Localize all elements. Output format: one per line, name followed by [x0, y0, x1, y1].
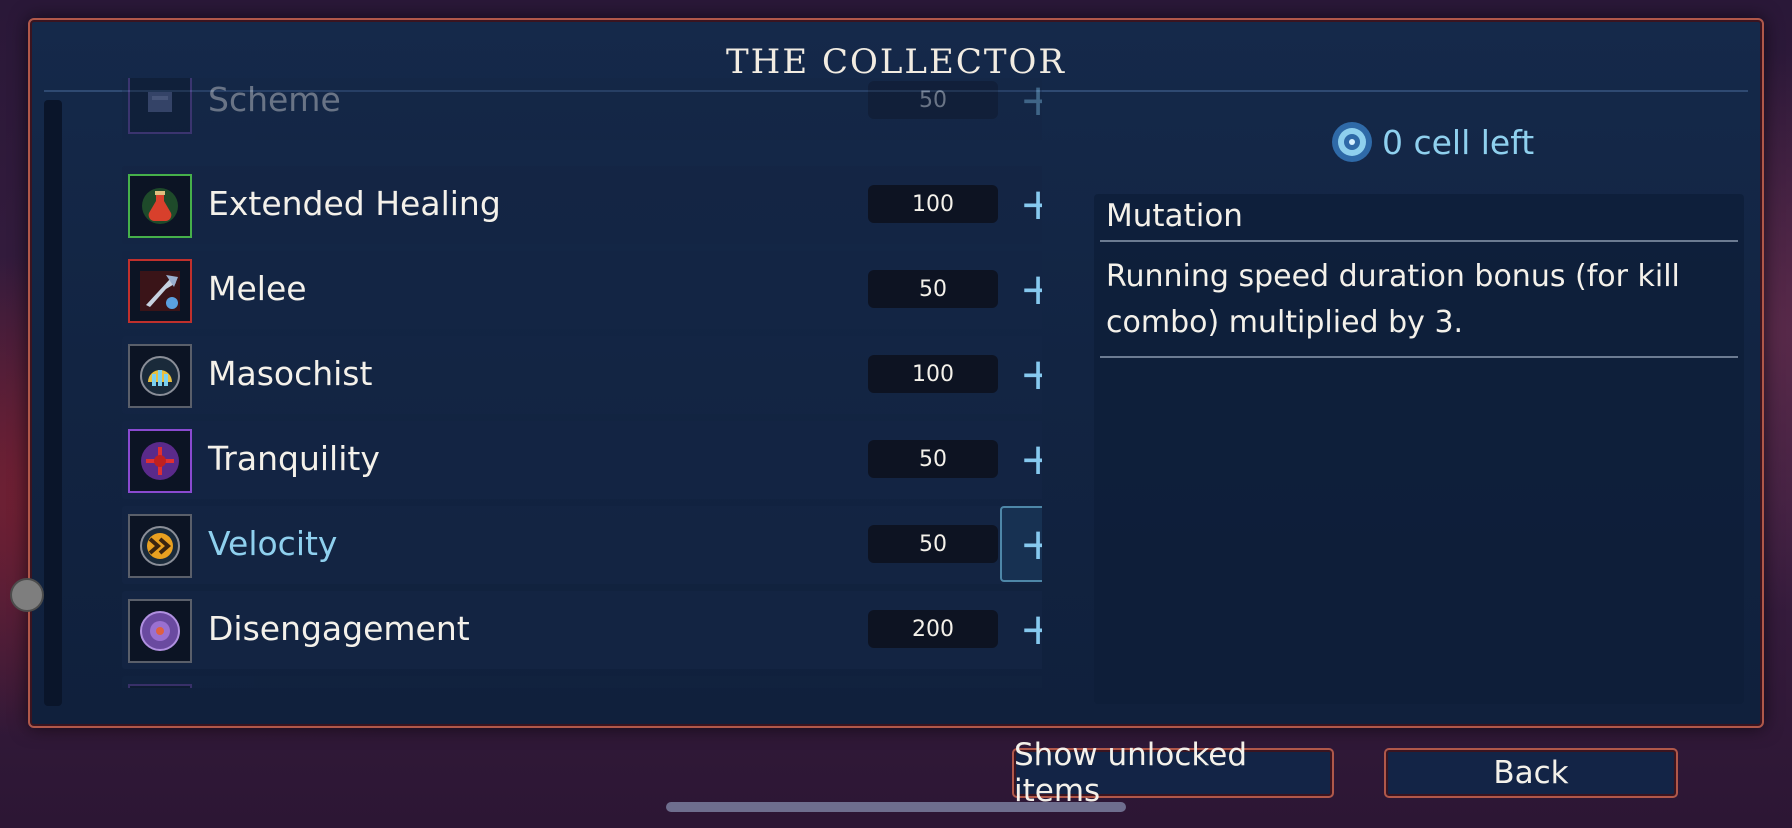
- detail-panel: Mutation Running speed duration bonus (f…: [1094, 194, 1744, 704]
- healing-flask-icon: [128, 174, 192, 238]
- buy-button[interactable]: +: [1000, 251, 1042, 327]
- buy-button[interactable]: +: [1000, 336, 1042, 412]
- item-cost: 50: [868, 270, 998, 308]
- item-name: Disengagement: [208, 609, 470, 648]
- item-cost: 100: [868, 355, 998, 393]
- list-item-scheme[interactable]: Scheme 50 +: [122, 78, 1042, 140]
- detail-divider: [1100, 356, 1738, 358]
- back-button[interactable]: Back: [1384, 748, 1678, 798]
- detail-description: Running speed duration bonus (for kill c…: [1106, 259, 1680, 340]
- scheme-icon: [128, 78, 192, 134]
- item-name: Scheme: [208, 80, 341, 119]
- home-indicator[interactable]: [666, 802, 1126, 812]
- velocity-icon: [128, 514, 192, 578]
- item-cost: 50: [868, 81, 998, 119]
- buy-button[interactable]: +: [1000, 166, 1042, 242]
- list-item-disengagement[interactable]: Disengagement 200 +: [122, 591, 1042, 669]
- detail-heading: Mutation: [1106, 198, 1243, 234]
- buy-button[interactable]: +: [1000, 421, 1042, 497]
- buy-button[interactable]: +: [1000, 78, 1042, 138]
- buy-button[interactable]: +: [1000, 591, 1042, 667]
- list-item-tranquility[interactable]: Tranquility 50 +: [122, 421, 1042, 499]
- scrollbar-track[interactable]: [44, 100, 62, 706]
- item-list: Scheme 50 + Extended Healing 100 + Melee…: [92, 78, 1042, 688]
- item-cost: 200: [868, 610, 998, 648]
- locked-item-icon: [128, 684, 192, 688]
- item-name: Masochist: [208, 354, 373, 393]
- item-name: Melee: [208, 269, 307, 308]
- item-name: Velocity: [208, 524, 338, 563]
- item-cost: 50: [868, 525, 998, 563]
- buy-button[interactable]: +: [1000, 506, 1042, 582]
- cell-icon: [1332, 122, 1372, 162]
- item-cost: 100: [868, 185, 998, 223]
- list-item-partial[interactable]: [122, 676, 1042, 688]
- page-title: THE COLLECTOR: [726, 42, 1066, 82]
- item-name: Tranquility: [208, 439, 380, 478]
- disengagement-icon: [128, 599, 192, 663]
- item-name: Extended Healing: [208, 184, 501, 223]
- melee-axe-icon: [128, 259, 192, 323]
- list-item-extended-healing[interactable]: Extended Healing 100 +: [122, 166, 1042, 244]
- list-item-melee[interactable]: Melee 50 +: [122, 251, 1042, 329]
- cell-counter: 0 cell left: [1330, 120, 1534, 164]
- item-cost: 50: [868, 440, 998, 478]
- show-unlocked-button[interactable]: Show unlocked items: [1012, 737, 1334, 809]
- list-item-velocity[interactable]: Velocity 50 +: [122, 506, 1042, 584]
- detail-divider: [1100, 240, 1738, 242]
- cell-count-text: 0 cell left: [1382, 122, 1535, 162]
- tranquility-icon: [128, 429, 192, 493]
- list-item-masochist[interactable]: Masochist 100 +: [122, 336, 1042, 414]
- masochist-icon: [128, 344, 192, 408]
- scrollbar-thumb[interactable]: [10, 578, 44, 612]
